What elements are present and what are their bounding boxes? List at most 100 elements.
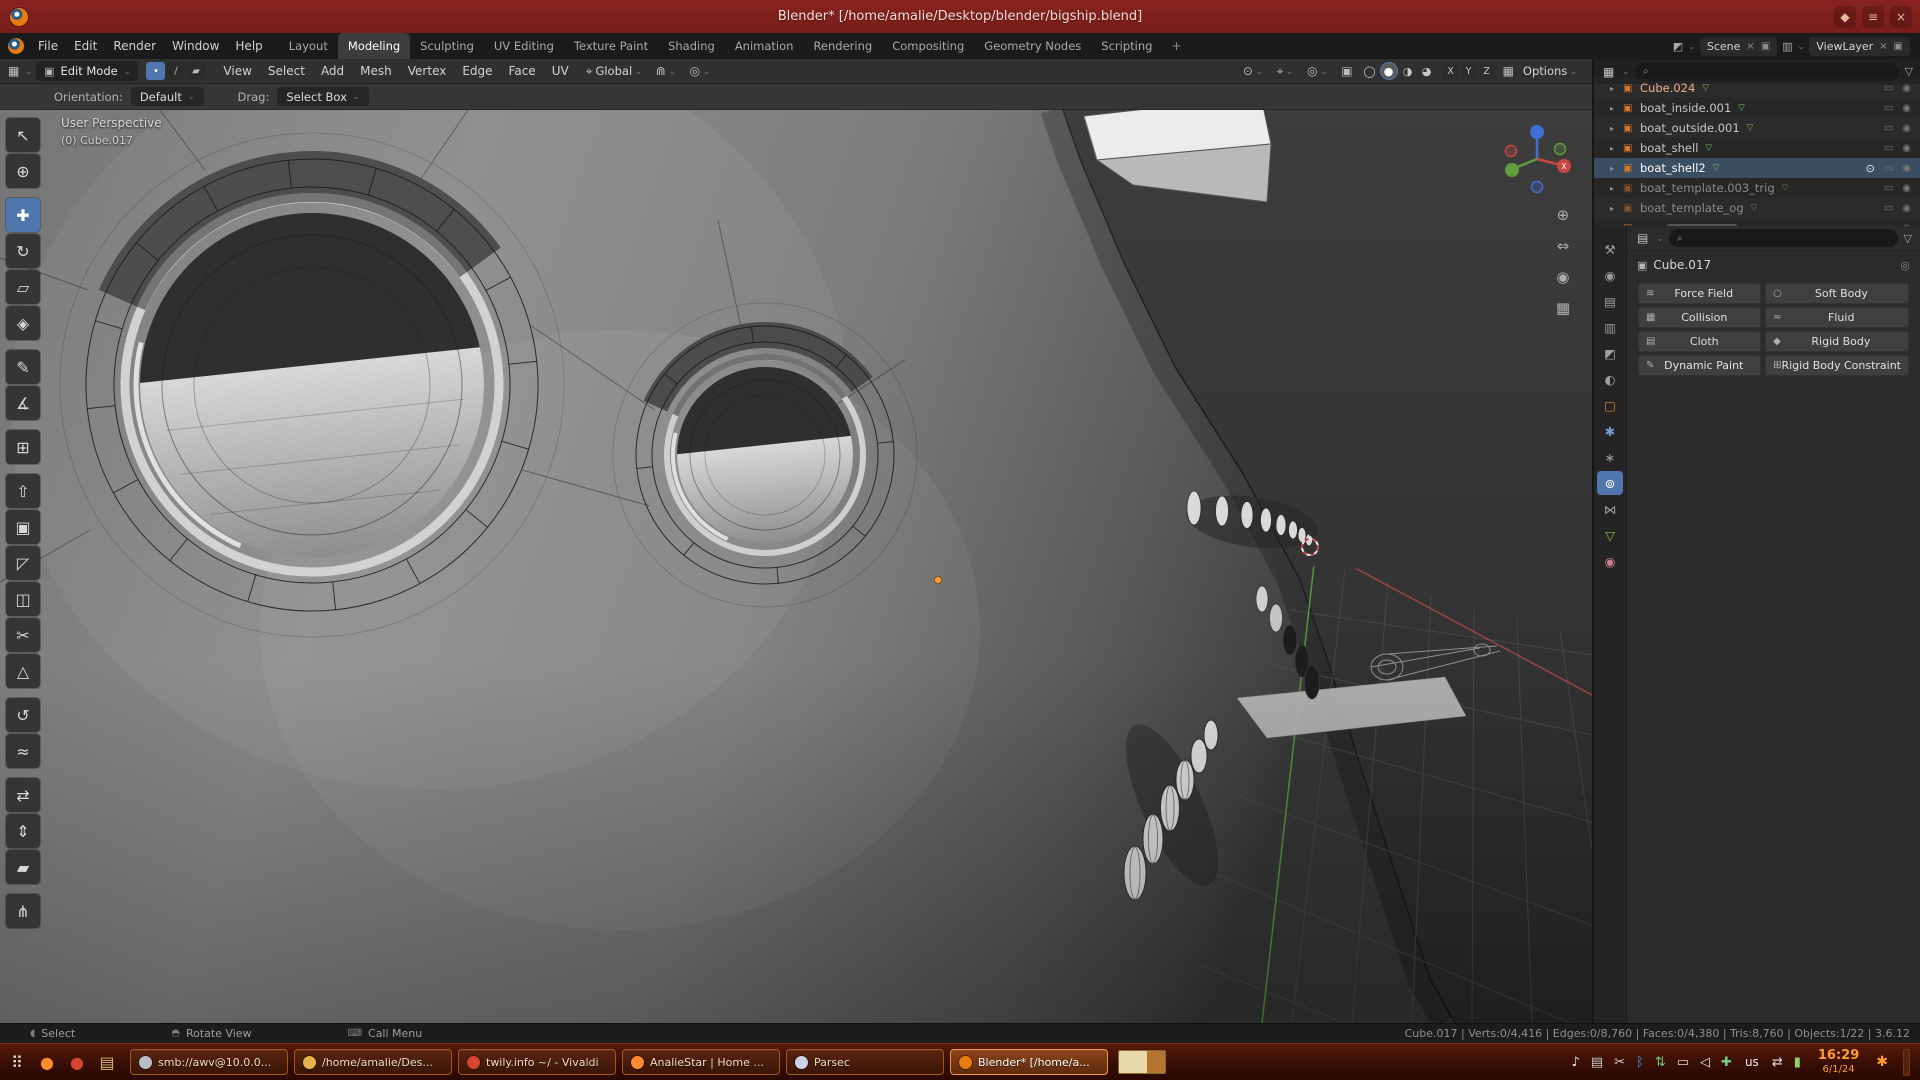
camera-view-icon[interactable]: ◉ xyxy=(1556,268,1569,286)
outliner-row[interactable]: ▸ ▣ boat_template.003_trig ▽ ⊙ ▭ ◉ xyxy=(1594,178,1920,198)
workspace-tab[interactable]: Rendering xyxy=(803,33,882,59)
scene-new-icon[interactable]: ▣ xyxy=(1761,41,1770,52)
gizmo-dropdown[interactable]: ⌖ ⌄ xyxy=(1272,64,1298,79)
props-tab-particles[interactable]: ∗ xyxy=(1597,445,1623,469)
window-button-menu[interactable]: ≡ xyxy=(1862,6,1884,28)
tool-bevel[interactable]: ◸ xyxy=(6,546,40,580)
props-tab-output[interactable]: ▤ xyxy=(1597,289,1623,313)
viewlayer-browse-icon[interactable]: ▥ xyxy=(1782,40,1792,53)
viewport-scene[interactable] xyxy=(0,110,1592,1023)
orientation-select[interactable]: Default ⌄ xyxy=(131,87,204,106)
window-button-badge[interactable]: ◆ xyxy=(1834,6,1856,28)
snap-toggle[interactable]: ⋒ ⌄ xyxy=(651,64,681,78)
tray-sync[interactable]: ⇅ xyxy=(1655,1055,1666,1070)
workspace-tab[interactable]: Texture Paint xyxy=(564,33,658,59)
tray-battery[interactable]: ▮ xyxy=(1794,1055,1801,1070)
props-tab-physics[interactable]: ⊚ xyxy=(1597,471,1623,495)
pan-icon[interactable]: ⇔ xyxy=(1557,237,1570,255)
disable-viewport-icon[interactable]: ▭ xyxy=(1884,143,1893,154)
disable-render-icon[interactable]: ◉ xyxy=(1902,163,1911,174)
props-tab-modifiers[interactable]: ✱ xyxy=(1597,419,1623,443)
tool-extrude[interactable]: ⇧ xyxy=(6,474,40,508)
props-tab-constraints[interactable]: ⋈ xyxy=(1597,497,1623,521)
workspace-tab[interactable]: UV Editing xyxy=(484,33,564,59)
shading-wireframe[interactable]: ◯ xyxy=(1362,63,1378,79)
editor-type-icon[interactable]: ▦ xyxy=(6,64,21,78)
mirror-axis-button[interactable]: X xyxy=(1443,64,1459,79)
menu-item[interactable]: Help xyxy=(227,33,270,59)
workspace-tab[interactable]: Geometry Nodes xyxy=(974,33,1091,59)
outliner-editor-icon[interactable]: ▦ xyxy=(1601,65,1616,79)
orientation-dropdown[interactable]: ⌖ Global ⌄ xyxy=(581,64,647,79)
viewport-canvas[interactable]: User Perspective (0) Cube.017 ↖ ⊕ xyxy=(0,110,1592,1023)
tray-music[interactable]: ♪ xyxy=(1572,1055,1580,1070)
hide-eye-icon[interactable]: ⊙ xyxy=(1866,162,1875,175)
taskbar-window-button[interactable]: Blender* [/home/a... xyxy=(950,1049,1108,1075)
tool-rotate[interactable]: ↻ xyxy=(6,234,40,268)
zoom-icon[interactable]: ⊕ xyxy=(1557,206,1570,224)
blender-logo-icon[interactable] xyxy=(8,38,24,54)
props-tab-render[interactable]: ◉ xyxy=(1597,263,1623,287)
shading-solid[interactable]: ● xyxy=(1381,63,1397,79)
viewport-menu-item[interactable]: View xyxy=(215,59,259,84)
object-name[interactable]: boat_inside.001 xyxy=(1640,101,1731,115)
expand-icon[interactable]: ▸ xyxy=(1610,104,1623,113)
menu-item[interactable]: File xyxy=(30,33,66,59)
tool-measure[interactable]: ∡ xyxy=(6,386,40,420)
visibility-dropdown[interactable]: ⊙ ⌄ xyxy=(1238,64,1268,78)
mirror-axis-button[interactable]: Z xyxy=(1479,64,1495,79)
properties-editor-icon[interactable]: ▤ xyxy=(1635,231,1650,245)
show-desktop-button[interactable] xyxy=(1903,1049,1910,1076)
scene-browse-icon[interactable]: ◩ xyxy=(1673,40,1683,53)
expand-icon[interactable]: ▸ xyxy=(1610,124,1623,133)
overlays-dropdown[interactable]: ◎ ⌄ xyxy=(1302,64,1332,78)
tray-network[interactable]: ⇄ xyxy=(1772,1055,1783,1070)
disable-viewport-icon[interactable]: ▭ xyxy=(1884,203,1893,214)
tool-scale[interactable]: ▱ xyxy=(6,270,40,304)
tool-cursor[interactable]: ⊕ xyxy=(6,154,40,188)
properties-search-input[interactable]: ⌕ xyxy=(1669,229,1897,247)
object-name[interactable]: boat_template.003_trig xyxy=(1640,181,1775,195)
snap-grid-icon[interactable]: ▦ xyxy=(1503,64,1514,78)
viewlayer-selector[interactable]: ViewLayer × ▣ xyxy=(1809,37,1910,56)
taskbar-window-button[interactable]: /home/amalie/Des... xyxy=(294,1049,452,1075)
tray-volume[interactable]: ◁ xyxy=(1700,1055,1710,1070)
props-tab-scene[interactable]: ◩ xyxy=(1597,341,1623,365)
tool-shear[interactable]: ▰ xyxy=(6,850,40,884)
launcher-files[interactable]: ▤ xyxy=(96,1053,118,1072)
props-tab-tool[interactable]: ⚒ xyxy=(1597,237,1623,261)
tool-poly-build[interactable]: △ xyxy=(6,654,40,688)
object-name[interactable]: boat_shell xyxy=(1640,141,1698,155)
disable-viewport-icon[interactable]: ▭ xyxy=(1884,83,1893,94)
props-tab-view-layer[interactable]: ▥ xyxy=(1597,315,1623,339)
disable-viewport-icon[interactable]: ▭ xyxy=(1884,183,1893,194)
object-name[interactable]: boat_shell2 xyxy=(1640,161,1706,175)
tool-add-cube[interactable]: ⊞ xyxy=(6,430,40,464)
viewport-menu-item[interactable]: Edge xyxy=(454,59,500,84)
tray-bluetooth[interactable]: ᛒ xyxy=(1636,1055,1644,1070)
props-tab-object[interactable]: ▢ xyxy=(1597,393,1623,417)
menu-item[interactable]: Window xyxy=(164,33,227,59)
props-tab-material[interactable]: ◉ xyxy=(1597,549,1623,573)
navigation-gizmo[interactable]: X xyxy=(1499,121,1575,197)
outliner-row[interactable]: ▸ ▣ boat_outside.001 ▽ ⊙ ▭ ◉ xyxy=(1594,118,1920,138)
launcher-app-red[interactable]: ● xyxy=(66,1053,88,1072)
tool-spin[interactable]: ↺ xyxy=(6,698,40,732)
object-name[interactable]: boat_outside.001 xyxy=(1640,121,1740,135)
physics-button[interactable]: ✎ Dynamic Paint xyxy=(1638,355,1761,376)
axis-y-neg-handle[interactable] xyxy=(1555,144,1566,155)
filter-icon[interactable]: ▽ xyxy=(1904,232,1912,245)
launcher-app-menu[interactable]: ⠿ xyxy=(6,1053,28,1072)
workspace-tab[interactable]: Animation xyxy=(725,33,804,59)
shading-rendered[interactable]: ◕ xyxy=(1419,63,1435,79)
workspace-tab[interactable]: Layout xyxy=(279,33,338,59)
disable-render-icon[interactable]: ◉ xyxy=(1902,103,1911,114)
tool-shrink-fatten[interactable]: ⇕ xyxy=(6,814,40,848)
window-button-close[interactable]: × xyxy=(1890,6,1912,28)
viewport-menu-item[interactable]: Vertex xyxy=(400,59,455,84)
mirror-axis-button[interactable]: Y xyxy=(1461,64,1477,79)
workspace-tab[interactable]: Compositing xyxy=(882,33,974,59)
disable-render-icon[interactable]: ◉ xyxy=(1902,143,1911,154)
object-name[interactable]: Cube.024 xyxy=(1640,81,1695,95)
viewport-menu-item[interactable]: UV xyxy=(544,59,577,84)
